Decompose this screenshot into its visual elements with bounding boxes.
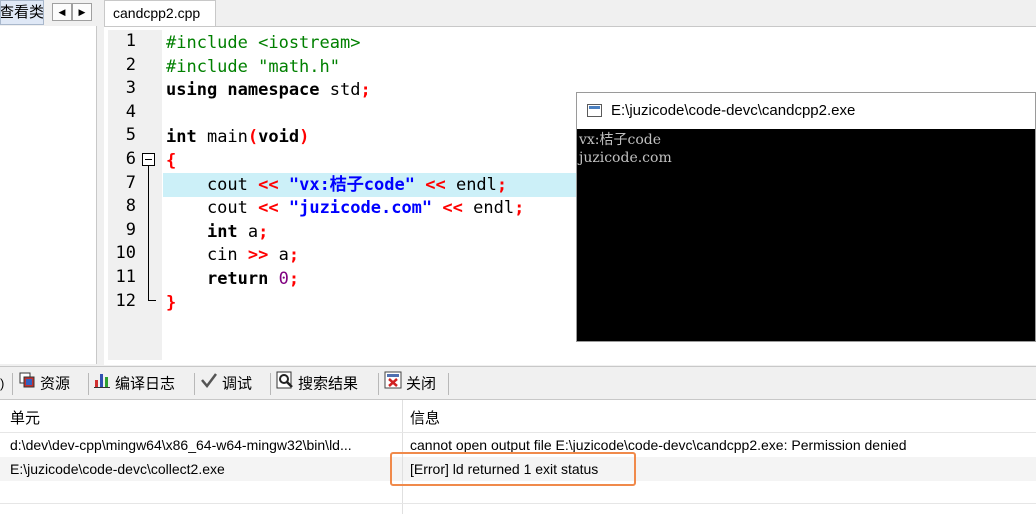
line-number: 8 [125, 196, 136, 217]
console-output-line: vx:桔子code [579, 132, 662, 148]
line-number: 3 [125, 78, 136, 99]
console-output-line: juzicode.com [579, 150, 672, 166]
row-divider [0, 503, 1036, 504]
code-token: >> [247, 245, 269, 266]
tab-resources[interactable]: 资源 [18, 371, 70, 397]
class-browser-panel [0, 26, 97, 364]
code-token: #include "math.h" [166, 56, 340, 77]
code-token: ; [496, 174, 508, 195]
column-header-unit[interactable]: 单元 [10, 407, 40, 428]
code-line[interactable]: return 0; [166, 267, 299, 291]
code-token: return [206, 269, 269, 289]
search-results-icon [276, 371, 294, 398]
code-token: using namespace [166, 80, 320, 101]
code-token: } [166, 292, 177, 313]
console-app-icon [587, 104, 602, 117]
code-line[interactable]: #include "math.h" [166, 55, 340, 79]
line-number: 10 [115, 243, 136, 264]
code-token: "juzicode.com" [288, 198, 433, 219]
code-token: void [258, 127, 300, 148]
code-token: endl [462, 198, 515, 219]
fold-guide-end [148, 300, 156, 301]
code-token: ; [288, 269, 300, 289]
line-number: 11 [115, 267, 136, 287]
console-title: E:\juzicode\code-devc\candcpp2.exe [611, 102, 856, 119]
resources-icon [18, 371, 36, 398]
code-token: ) [299, 127, 310, 148]
code-token: #include <iostream> [166, 33, 361, 53]
tab-search-results[interactable]: 搜索结果 [276, 371, 358, 397]
line-number: 12 [115, 290, 136, 311]
code-line[interactable]: cout << "juzicode.com" << endl; [166, 196, 524, 220]
code-token: cout [166, 174, 259, 195]
code-token: std [319, 80, 361, 101]
code-line[interactable]: { [166, 149, 176, 173]
console-title-bar[interactable]: E:\juzicode\code-devc\candcpp2.exe [577, 93, 1035, 129]
code-token: main [196, 127, 248, 148]
tab-edge-fragment[interactable]: ) [0, 371, 4, 397]
code-line[interactable]: int main(void) [166, 125, 309, 149]
code-token: int [166, 127, 197, 148]
code-token: int [206, 221, 238, 242]
fold-toggle-icon[interactable] [142, 153, 155, 166]
code-line[interactable]: cout << "vx:桔子code" << endl; [166, 173, 507, 197]
tab-close[interactable]: 关闭 [384, 371, 436, 397]
line-number: 6 [125, 149, 136, 169]
error-highlight-box [390, 452, 636, 486]
code-token: ; [360, 80, 371, 101]
line-number: 1 [125, 31, 136, 51]
code-token: << [425, 174, 446, 195]
fold-guide [148, 166, 149, 300]
tab-next-button[interactable]: ▶ [72, 3, 92, 21]
line-number: 4 [125, 101, 136, 122]
code-token: a [237, 221, 259, 242]
line-number: 2 [125, 54, 136, 75]
message-info-cell[interactable]: cannot open output file E:\juzicode\code… [410, 437, 1030, 453]
line-number: 9 [125, 219, 136, 240]
debug-icon [200, 371, 218, 398]
tab-debug[interactable]: 调试 [200, 371, 252, 397]
code-token: 0 [278, 269, 289, 289]
class-browser-tab[interactable]: 查看类 [0, 0, 44, 25]
message-unit-cell[interactable]: E:\juzicode\code-devc\collect2.exe [10, 461, 396, 477]
header-divider [0, 432, 1036, 433]
code-line[interactable]: } [166, 291, 176, 315]
tab-compile-log[interactable]: 编译日志 [93, 371, 175, 397]
console-window[interactable]: E:\juzicode\code-devc\candcpp2.exe vx:桔子… [576, 92, 1036, 342]
code-line[interactable]: using namespace std; [166, 78, 371, 102]
code-line[interactable]: cin >> a; [166, 243, 299, 267]
code-token: cin [166, 245, 248, 266]
code-line[interactable]: int a; [166, 220, 268, 244]
line-number: 7 [125, 172, 136, 193]
editor-tab-candcpp2[interactable]: candcpp2.cpp [104, 0, 216, 26]
close-icon [384, 371, 402, 398]
code-token: ; [288, 245, 300, 266]
code-token: << [258, 198, 279, 219]
code-token: a [268, 245, 289, 266]
code-token: cout [166, 198, 259, 219]
code-token: ( [247, 127, 259, 148]
code-token: endl [445, 174, 497, 195]
code-token: << [258, 174, 279, 195]
compile-log-icon [93, 371, 111, 398]
bottom-panel-tabs: ) 资源 编译日志 调试 搜索结果 关闭 [0, 366, 1036, 400]
line-number: 5 [125, 125, 136, 146]
code-token: { [166, 151, 177, 171]
message-unit-cell[interactable]: d:\dev\dev-cpp\mingw64\x86_64-w64-mingw3… [10, 437, 396, 453]
code-token: << [442, 198, 463, 219]
code-token: "vx:桔子code" [288, 174, 415, 195]
code-token: ; [258, 221, 269, 242]
tab-prev-button[interactable]: ◀ [52, 3, 72, 21]
code-line[interactable]: #include <iostream> [166, 31, 360, 55]
code-token: ; [514, 198, 525, 219]
column-header-info[interactable]: 信息 [410, 407, 440, 428]
